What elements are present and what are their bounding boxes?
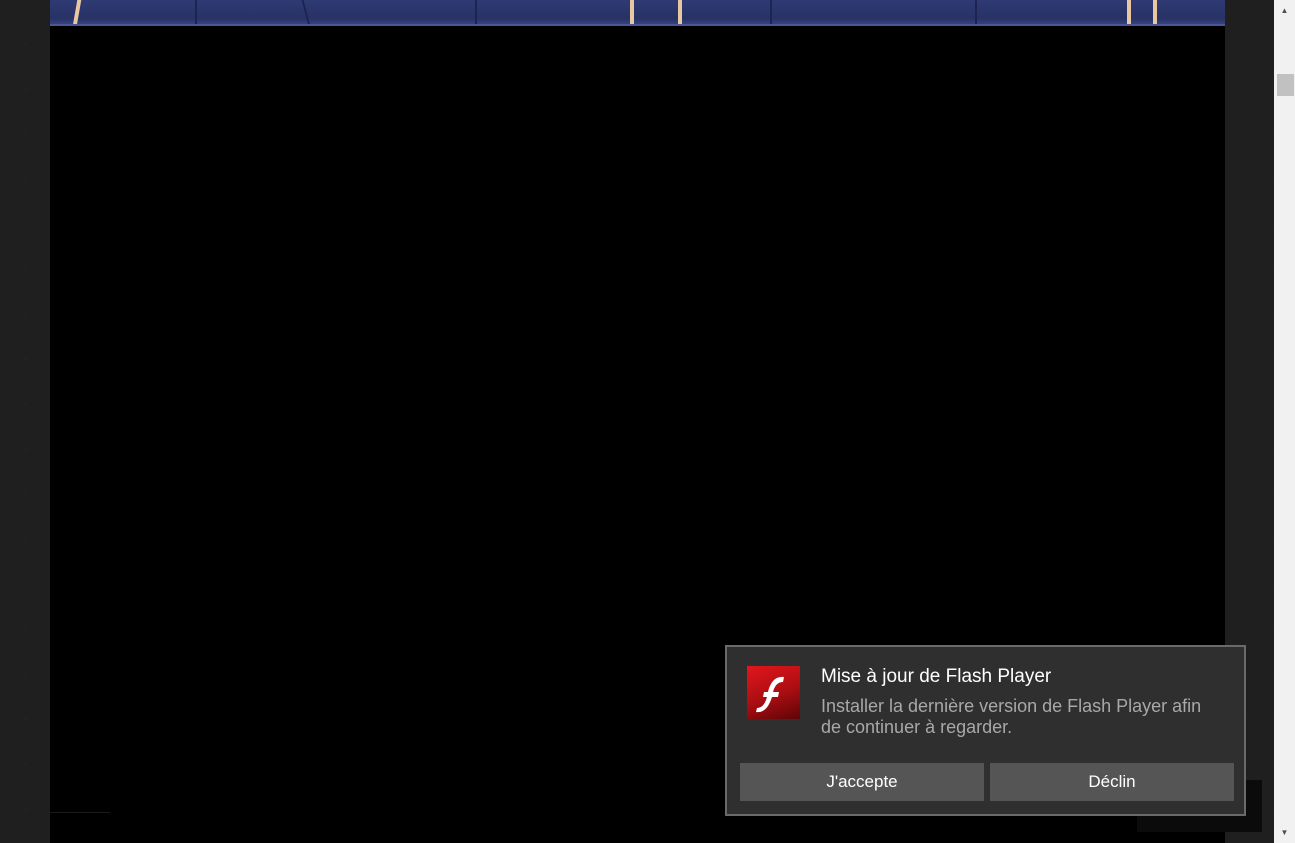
decline-button[interactable]: Déclin	[990, 763, 1234, 801]
banner-stripe	[678, 0, 682, 26]
accept-button[interactable]: J'accepte	[740, 763, 984, 801]
banner-stripe	[1153, 0, 1157, 26]
banner-edge	[475, 0, 477, 26]
vertical-scrollbar[interactable]: ▲ ▼	[1274, 0, 1295, 843]
scroll-up-arrow-icon[interactable]: ▲	[1274, 2, 1295, 19]
scrollbar-thumb[interactable]	[1277, 74, 1294, 96]
dialog-message: Installer la dernière version de Flash P…	[821, 696, 1202, 737]
banner-edge	[195, 0, 197, 26]
flash-player-icon	[747, 666, 800, 719]
banner-stripe	[72, 0, 82, 26]
banner-edge	[770, 0, 772, 26]
banner-stripe	[630, 0, 634, 26]
player-control-shadow	[50, 812, 110, 843]
banner-artwork	[50, 0, 1225, 26]
dialog-title: Mise à jour de Flash Player	[821, 666, 1052, 687]
flash-logo-glyph-icon	[756, 676, 784, 713]
flash-update-dialog: Mise à jour de Flash Player Installer la…	[725, 645, 1246, 816]
scroll-down-arrow-icon[interactable]: ▼	[1274, 824, 1295, 841]
banner-edge	[301, 0, 311, 26]
banner-edge	[975, 0, 977, 26]
banner-stripe	[1127, 0, 1131, 26]
